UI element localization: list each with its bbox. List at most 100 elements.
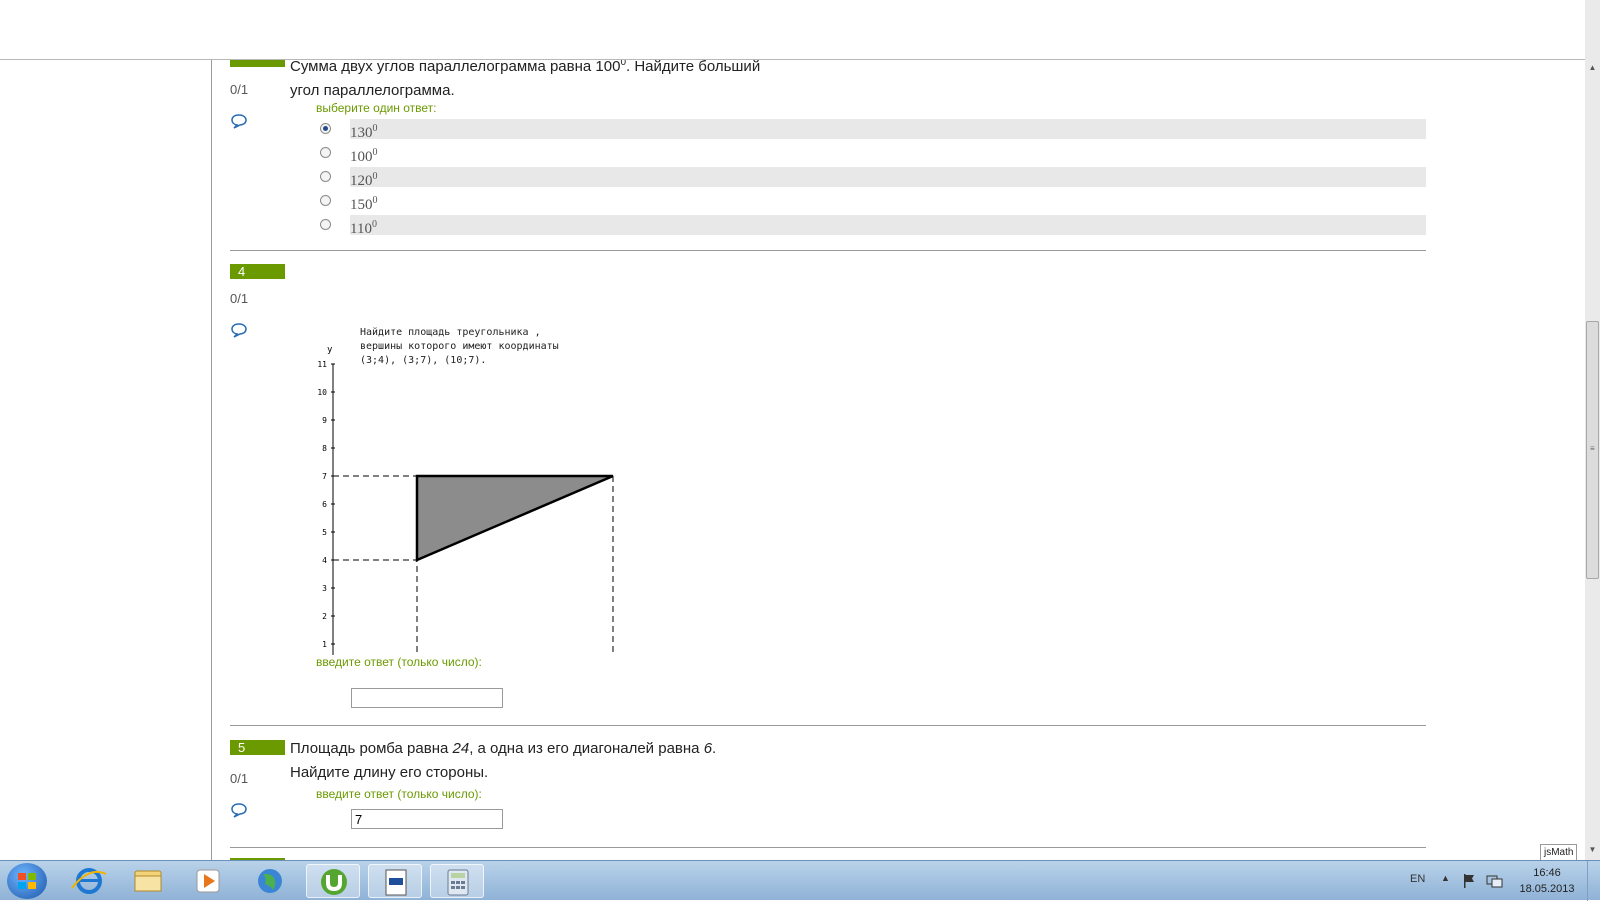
- internet-explorer-icon: [71, 868, 107, 894]
- jsmath-button[interactable]: jsMath: [1540, 844, 1578, 861]
- y-tick-label: 1: [322, 640, 327, 649]
- start-button[interactable]: [7, 863, 47, 899]
- question-text-part: . Найдите больший: [626, 60, 761, 75]
- answer-input[interactable]: [351, 688, 503, 708]
- y-tick-label: 9: [322, 416, 327, 425]
- comment-icon[interactable]: [230, 802, 248, 818]
- question-separator: [230, 847, 1426, 848]
- coordinate-figure: Найдите площадь треугольника , вершины к…: [317, 326, 614, 655]
- answer-prompt: введите ответ (только число):: [316, 787, 482, 801]
- question-text: Площадь ромба равна 24, а одна из его ди…: [290, 737, 716, 785]
- degree-mark: 0: [372, 171, 378, 182]
- taskbar-document-button[interactable]: [368, 864, 422, 898]
- folder-icon: [134, 870, 162, 892]
- question-text-part: угол параллелограмма.: [290, 82, 455, 99]
- figure-text-line: Найдите площадь треугольника ,: [360, 326, 541, 338]
- question-number-value: 6: [703, 740, 713, 757]
- degree-mark: 0: [372, 147, 378, 158]
- figure-text-line: вершины которого имеют координаты: [360, 341, 559, 352]
- question-text-part: Площадь ромба равна: [290, 740, 453, 757]
- windows-logo-icon: [18, 873, 36, 889]
- taskbar: EN ▲ 16:46 18.05.2013: [0, 860, 1600, 901]
- system-clock[interactable]: 16:46 18.05.2013: [1510, 865, 1584, 897]
- answer-label: 1500: [350, 191, 378, 215]
- question-text-part: , а одна из его диагоналей равна: [469, 740, 704, 757]
- grade-label: 0/1: [230, 771, 249, 786]
- answer-input[interactable]: [351, 809, 503, 829]
- y-tick-label: 6: [322, 500, 327, 509]
- question-number-value: 24: [452, 740, 470, 757]
- tray-expand-icon[interactable]: ▲: [1441, 873, 1450, 883]
- y-tick-label: 5: [322, 528, 327, 537]
- calculator-icon: [447, 869, 469, 896]
- scroll-down-arrow[interactable]: ▼: [1585, 842, 1600, 858]
- answer-label: 1300: [350, 119, 378, 143]
- answer-option[interactable]: 1500: [316, 191, 1426, 213]
- question-text-part: Сумма двух углов параллелограмма равна 1…: [290, 60, 621, 75]
- degree-mark: 0: [372, 123, 378, 134]
- grade-label: 0/1: [230, 82, 249, 97]
- taskbar-globe-button[interactable]: [243, 864, 297, 898]
- triangle-shape: [415, 474, 614, 562]
- vertical-scrollbar[interactable]: ▲ ≡ ▼: [1585, 0, 1600, 860]
- comment-icon[interactable]: [230, 113, 248, 129]
- answer-option[interactable]: 1100: [316, 215, 1426, 237]
- y-tick-label: 3: [322, 584, 327, 593]
- degree-mark: 0: [372, 195, 378, 206]
- taskbar-media-player-button[interactable]: [182, 864, 236, 898]
- option-background: [350, 191, 1426, 211]
- grip-icon: ≡: [1590, 444, 1595, 453]
- taskbar-explorer-button[interactable]: [122, 864, 176, 898]
- answer-prompt: введите ответ (только число):: [316, 655, 482, 669]
- y-tick-label: 7: [322, 472, 327, 481]
- clock-date: 18.05.2013: [1519, 883, 1575, 895]
- answer-label: 1200: [350, 167, 378, 191]
- scroll-up-arrow[interactable]: ▲: [1585, 60, 1600, 76]
- clock-time: 16:46: [1533, 867, 1561, 879]
- language-indicator[interactable]: EN: [1410, 873, 1425, 885]
- media-player-icon: [196, 869, 220, 893]
- answer-radio[interactable]: [320, 171, 331, 182]
- figure-text-line: (3;4), (3;7), (10;7).: [360, 355, 486, 366]
- scroll-thumb[interactable]: ≡: [1586, 321, 1599, 579]
- option-background: [350, 167, 1426, 187]
- answer-radio[interactable]: [320, 123, 331, 134]
- answer-value: 130: [350, 125, 373, 141]
- browser-top-bar: [0, 0, 1585, 60]
- answer-prompt: выберите один ответ:: [316, 101, 437, 115]
- y-tick-label: 11: [317, 360, 327, 369]
- question-text-part: .: [712, 740, 717, 757]
- answer-value: 120: [350, 173, 373, 189]
- y-tick-label: 10: [317, 388, 327, 397]
- utorrent-icon: [321, 869, 347, 895]
- comment-icon[interactable]: [230, 322, 248, 338]
- degree-mark: 0: [371, 219, 377, 230]
- answer-radio[interactable]: [320, 195, 331, 206]
- answer-label: 1000: [350, 143, 378, 167]
- action-center-flag-icon[interactable]: [1462, 873, 1476, 889]
- taskbar-ie-button[interactable]: [62, 864, 116, 898]
- y-axis-label: y: [327, 345, 333, 355]
- answer-value: 150: [350, 197, 373, 213]
- question-number-badge: 4: [230, 264, 285, 279]
- answer-radio[interactable]: [320, 147, 331, 158]
- quiz-content: Сумма двух углов параллелограмма равна 1…: [0, 60, 1585, 860]
- answer-option[interactable]: 1200: [316, 167, 1426, 189]
- option-background: [350, 215, 1426, 235]
- answer-option[interactable]: 1000: [316, 143, 1426, 165]
- y-tick-label: 4: [322, 556, 327, 565]
- taskbar-calculator-button[interactable]: [430, 864, 484, 898]
- page-border: [211, 60, 212, 860]
- document-icon: [385, 869, 407, 896]
- question-text: Сумма двух углов параллелограмма равна 1…: [290, 60, 760, 103]
- answer-option[interactable]: 1300: [316, 119, 1426, 141]
- answer-radio[interactable]: [320, 219, 331, 230]
- globe-icon: [258, 869, 282, 893]
- show-desktop-button[interactable]: [1587, 861, 1600, 901]
- answer-label: 1100: [350, 215, 377, 239]
- taskbar-utorrent-button[interactable]: [306, 864, 360, 898]
- grade-label: 0/1: [230, 291, 249, 306]
- y-tick-label: 8: [322, 444, 327, 453]
- network-icon[interactable]: [1486, 873, 1504, 889]
- y-tick-label: 2: [322, 612, 327, 621]
